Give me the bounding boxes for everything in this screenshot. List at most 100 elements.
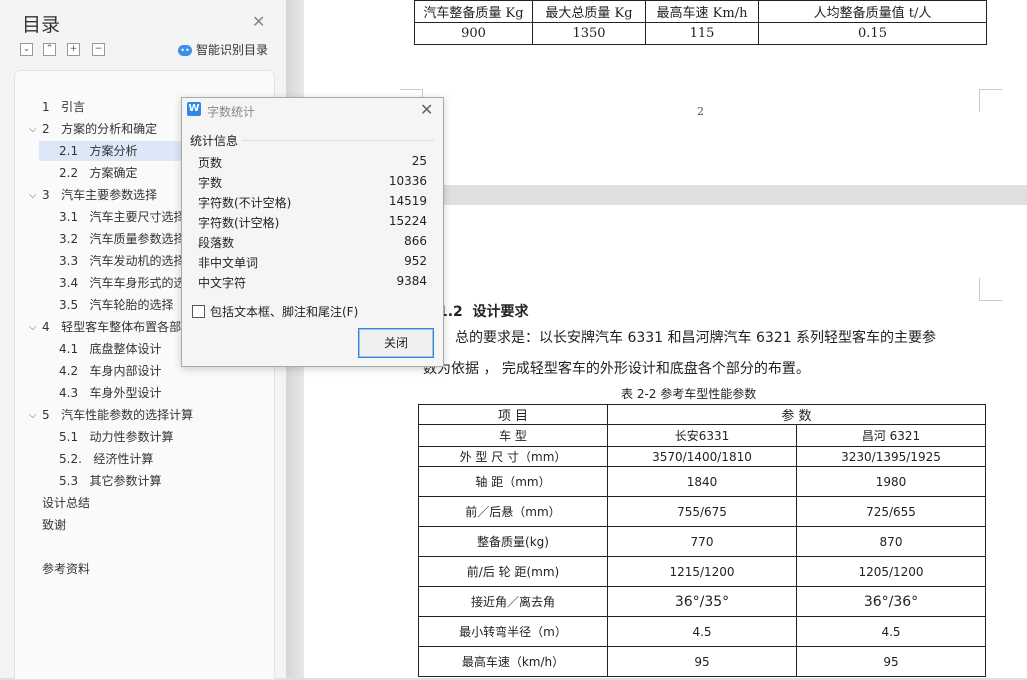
table-cell: 755/675 — [607, 496, 797, 527]
toc-item-num: 4.1 — [59, 342, 79, 356]
page-number: 2 — [697, 105, 704, 118]
toc-item-num: 3.1 — [59, 210, 79, 224]
close-icon[interactable]: ✕ — [420, 100, 433, 119]
stat-value: 952 — [404, 254, 427, 268]
table-cell: 725/655 — [796, 496, 986, 527]
close-button[interactable]: 关闭 — [358, 328, 434, 358]
remove-item-icon[interactable]: − — [92, 43, 105, 56]
table-cell: 轴 距（mm） — [418, 466, 608, 497]
table-caption: 表 2-2 参考车型性能参数 — [621, 387, 757, 401]
toc-item-label: 其它参数计算 — [89, 474, 162, 488]
toc-item-5-1[interactable]: 5.1 动力性参数计算 — [59, 427, 174, 447]
table-header-cell: 车 型 — [418, 424, 608, 447]
table-cell: 95 — [607, 646, 797, 677]
stat-value: 9384 — [396, 274, 427, 288]
table-header-cell: 长安6331 — [607, 424, 797, 447]
toc-item-label: 方案确定 — [89, 166, 138, 180]
table-cell: 36°/36° — [796, 586, 986, 617]
toc-item-1[interactable]: 1 引言 — [42, 97, 85, 117]
stat-label: 非中文单词 — [198, 256, 259, 270]
toc-item-num: 3.4 — [59, 276, 79, 290]
toc-item-label: 汽车主要参数选择 — [61, 188, 158, 202]
toc-item-num: 5.1 — [59, 430, 79, 444]
table-header-cell: 最大总质量 Kg — [532, 0, 646, 23]
expand-all-icon[interactable]: ⌄ — [20, 43, 33, 56]
toc-item-3-1[interactable]: 3.1 汽车主要尺寸选择 — [59, 207, 186, 227]
stat-value: 25 — [411, 154, 427, 168]
toc-item-thanks[interactable]: 致谢 — [42, 515, 66, 535]
toc-item-label: 汽车质量参数选择 — [89, 232, 186, 246]
toc-item-references[interactable]: 参考资料 — [42, 559, 90, 579]
wps-logo-icon: W — [187, 102, 201, 116]
toc-item-5-3[interactable]: 5.3 其它参数计算 — [59, 471, 162, 491]
table-cell: 1980 — [796, 466, 986, 497]
toc-item-label: 动力性参数计算 — [89, 430, 174, 444]
section-title: 统计信息 — [190, 134, 239, 148]
toc-item-num: 4.2 — [59, 364, 79, 378]
toc-item-2-2[interactable]: 2.2 方案确定 — [59, 163, 138, 183]
toc-item-4-3[interactable]: 4.3 车身外型设计 — [59, 383, 162, 403]
toc-item-summary[interactable]: 设计总结 — [42, 493, 90, 513]
stat-value: 10336 — [388, 174, 427, 188]
table-cell: 外 型 尺 寸（mm） — [418, 446, 608, 467]
toc-item-num: 2 — [42, 122, 50, 136]
toc-item-3-3[interactable]: 3.3 汽车发动机的选择 — [59, 251, 186, 271]
table-header-cell: 最高车速 Km/h — [645, 0, 759, 23]
table-cell: 36°/35° — [607, 586, 797, 617]
toc-item-4-1[interactable]: 4.1 底盘整体设计 — [59, 339, 162, 359]
stat-label: 段落数 — [198, 236, 235, 250]
stat-value: 14519 — [388, 194, 427, 208]
toc-item-label: 车身外型设计 — [89, 386, 162, 400]
chevron-down-icon[interactable]: ⌵ — [29, 410, 37, 421]
collapse-icon[interactable]: ⌃ — [43, 43, 56, 56]
table-header-cell: 参 数 — [607, 404, 986, 425]
paragraph-line: 数为依据 ， 完成轻型客车的外形设计和底盘各个部分的布置。 — [423, 361, 810, 377]
table-cell: 接近角／离去角 — [418, 586, 608, 617]
toc-item-num: 4.3 — [59, 386, 79, 400]
stat-value: 866 — [404, 234, 427, 248]
toc-item-label: 方案分析 — [89, 144, 138, 158]
stat-label: 页数 — [198, 156, 223, 170]
table-cell: 115 — [645, 22, 759, 45]
toc-item-2[interactable]: 2 方案的分析和确定 — [42, 119, 157, 139]
toc-item-3-4[interactable]: 3.4 汽车车身形式的选择 — [59, 273, 198, 293]
table-cell: 1840 — [607, 466, 797, 497]
toc-item-3-2[interactable]: 3.2 汽车质量参数选择 — [59, 229, 186, 249]
chevron-down-icon[interactable]: ⌵ — [29, 124, 37, 135]
toc-item-num: 5.2. — [59, 452, 82, 466]
toc-item-num: 3.2 — [59, 232, 79, 246]
toc-item-5[interactable]: 5 汽车性能参数的选择计算 — [42, 405, 193, 425]
table-cell: 最高车速（km/h） — [418, 646, 608, 677]
include-notes-checkbox[interactable] — [192, 305, 205, 318]
table-header-cell: 汽车整备质量 Kg — [414, 0, 533, 23]
toc-item-label: 轻型客车整体布置各部 — [61, 320, 182, 334]
paragraph-line: 总的要求是：以长安牌汽车 6331 和昌河牌汽车 6321 系列轻型客车的主要参 — [455, 330, 937, 346]
table-cell: 3230/1395/1925 — [796, 446, 986, 467]
include-notes-label[interactable]: 包括文本框、脚注和尾注(F) — [210, 303, 358, 320]
table-cell: 最小转弯半径（m） — [418, 616, 608, 647]
margin-mark — [979, 89, 1002, 112]
table-cell: 3570/1400/1810 — [607, 446, 797, 467]
toc-item-5-2[interactable]: 5.2. 经济性计算 — [59, 449, 153, 469]
toc-item-num: 4 — [42, 320, 50, 334]
toc-item-4-2[interactable]: 4.2 车身内部设计 — [59, 361, 162, 381]
smart-toc-button[interactable]: •• 智能识别目录 — [178, 41, 268, 58]
toc-item-num: 5 — [42, 408, 50, 422]
toc-item-3-5[interactable]: 3.5 汽车轮胎的选择 — [59, 295, 174, 315]
toc-item-num: 3.3 — [59, 254, 79, 268]
toc-item-3[interactable]: 3 汽车主要参数选择 — [42, 185, 157, 205]
toc-close-icon[interactable]: ✕ — [252, 12, 265, 31]
toc-item-label: 车身内部设计 — [89, 364, 162, 378]
toc-item-num: 3 — [42, 188, 50, 202]
dialog-title: 字数统计 — [207, 105, 256, 119]
table-header-cell: 人均整备质量值 t/人 — [758, 0, 987, 23]
table-cell: 1205/1200 — [796, 556, 986, 587]
smart-toc-label: 智能识别目录 — [196, 43, 269, 57]
chevron-down-icon[interactable]: ⌵ — [29, 322, 37, 333]
chevron-down-icon[interactable]: ⌵ — [29, 190, 37, 201]
toc-item-4[interactable]: 4 轻型客车整体布置各部 — [42, 317, 181, 337]
table-cell: 870 — [796, 526, 986, 557]
add-item-icon[interactable]: + — [67, 43, 80, 56]
stat-label: 字符数(计空格) — [198, 216, 280, 230]
toc-item-num: 2.2 — [59, 166, 79, 180]
